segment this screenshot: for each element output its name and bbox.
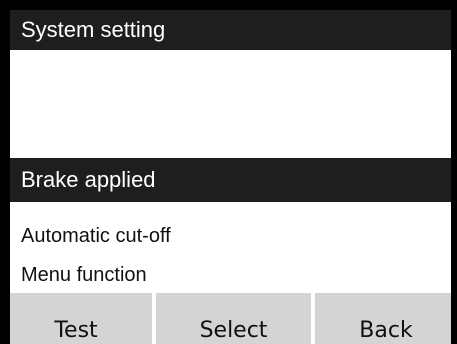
menu-item-brake-applied[interactable]: Brake applied: [10, 158, 451, 202]
softkey-bar: Test Select Back: [0, 293, 457, 344]
menu-item-automatic-cut-off[interactable]: Automatic cut-off: [10, 218, 451, 254]
menu-item-menu-function[interactable]: Menu function: [10, 257, 451, 293]
test-button[interactable]: Test: [0, 293, 152, 344]
page-title: System setting: [10, 10, 451, 50]
back-button[interactable]: Back: [315, 293, 457, 344]
select-button[interactable]: Select: [156, 293, 311, 344]
device-screen: System setting Brake applied Automatic c…: [0, 0, 457, 344]
content-area: [10, 50, 451, 158]
